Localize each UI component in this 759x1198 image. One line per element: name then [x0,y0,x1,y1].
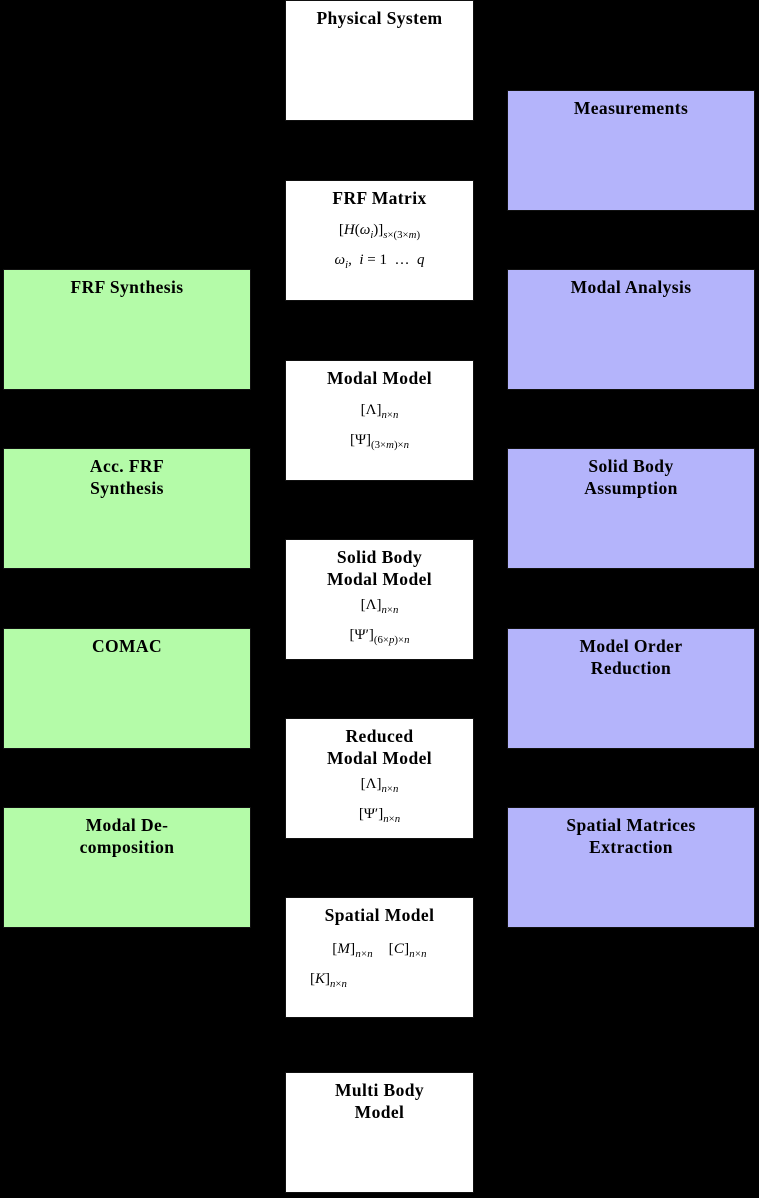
node-title: Model Order Reduction [579,636,683,678]
diagram-canvas: Physical System FRF Matrix [H(ωi)]s×(3×m… [0,0,759,1198]
node-body: [M]n×n [C]n×n [K]n×n [286,937,473,997]
node-title: Solid Body Assumption [584,456,678,498]
node-title: Physical System [316,8,443,28]
math-sb-lambda: [Λ]n×n [360,597,399,616]
math-modal-psi: [Ψ](3×m)×n [349,432,410,451]
node-title: Modal Analysis [570,277,692,297]
node-title: Solid Body Modal Model [326,547,433,589]
node-model-order-reduction[interactable]: Model Order Reduction [507,628,755,749]
node-solid-body-assumption[interactable]: Solid Body Assumption [507,448,755,569]
node-modal-model[interactable]: Modal Model [Λ]n×n [Ψ](3×m)×n [285,360,474,481]
node-body: [Λ]n×n [Ψ](3×m)×n [286,398,473,458]
node-measurements[interactable]: Measurements [507,90,755,211]
math-spatial-k: [K]n×n [310,971,347,990]
node-title: FRF Matrix [332,188,427,208]
node-title: Spatial Model [324,905,435,925]
node-title: COMAC [91,636,163,656]
node-title: Measurements [573,98,689,118]
node-frf-matrix[interactable]: FRF Matrix [H(ωi)]s×(3×m) ωi, i = 1 … q [285,180,474,301]
math-frf-matrix-omega: ωi, i = 1 … q [334,252,425,271]
node-title: Modal Model [326,368,433,388]
node-frf-synthesis[interactable]: FRF Synthesis [3,269,251,390]
node-acc-frf-synthesis[interactable]: Acc. FRF Synthesis [3,448,251,569]
node-physical-system[interactable]: Physical System [285,0,474,121]
node-multi-body-model[interactable]: Multi Body Model [285,1072,474,1193]
math-red-psi-prime: [Ψ′]n×n [358,806,401,825]
node-body: [H(ωi)]s×(3×m) ωi, i = 1 … q [286,218,473,278]
math-frf-matrix-h: [H(ωi)]s×(3×m) [338,222,421,241]
math-red-lambda: [Λ]n×n [360,776,399,795]
node-title: Spatial Matrices Extraction [566,815,696,857]
node-title: FRF Synthesis [70,277,184,297]
node-solid-body-modal-model[interactable]: Solid Body Modal Model [Λ]n×n [Ψ′](6×p)×… [285,539,474,660]
math-modal-lambda: [Λ]n×n [360,402,399,421]
node-comac[interactable]: COMAC [3,628,251,749]
math-sb-psi-prime: [Ψ′](6×p)×n [349,627,410,646]
node-title: Acc. FRF Synthesis [89,456,165,498]
node-title: Reduced Modal Model [326,726,433,768]
node-modal-analysis[interactable]: Modal Analysis [507,269,755,390]
node-spatial-matrices-extraction[interactable]: Spatial Matrices Extraction [507,807,755,928]
node-reduced-modal-model[interactable]: Reduced Modal Model [Λ]n×n [Ψ′]n×n [285,718,474,839]
node-title: Modal De- composition [79,815,175,857]
node-body: [Λ]n×n [Ψ′]n×n [286,772,473,832]
node-title: Multi Body Model [334,1080,425,1122]
node-modal-decomposition[interactable]: Modal De- composition [3,807,251,928]
math-spatial-m-c: [M]n×n [C]n×n [332,941,427,960]
node-spatial-model[interactable]: Spatial Model [M]n×n [C]n×n [K]n×n [285,897,474,1018]
node-body: [Λ]n×n [Ψ′](6×p)×n [286,593,473,653]
